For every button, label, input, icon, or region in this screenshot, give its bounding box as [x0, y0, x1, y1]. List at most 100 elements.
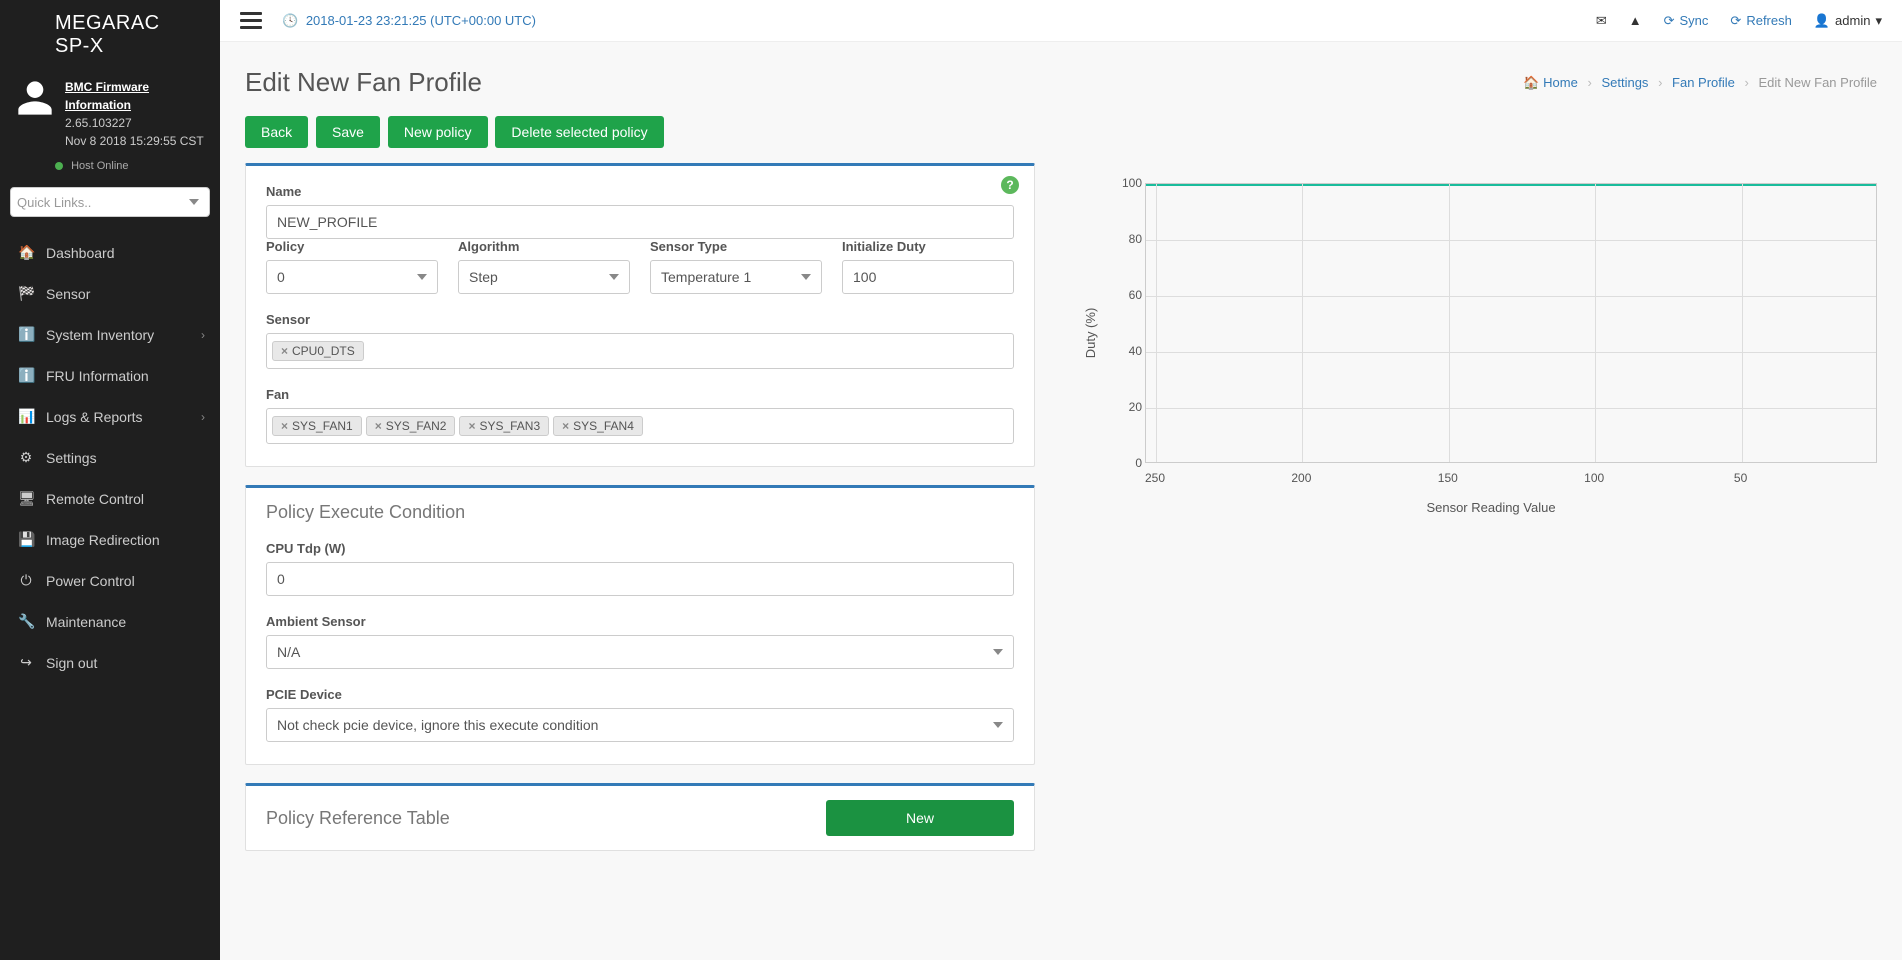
nav-logs[interactable]: 📊Logs & Reports›: [0, 396, 220, 437]
user-block: BMC Firmware Information 2.65.103227 Nov…: [0, 68, 220, 165]
nav-sensor[interactable]: 🏁Sensor: [0, 273, 220, 314]
cpu-tdp-label: CPU Tdp (W): [266, 541, 1014, 556]
nav-label: Sensor: [46, 286, 90, 302]
ambient-label: Ambient Sensor: [266, 614, 1014, 629]
tag-remove-icon[interactable]: ×: [468, 419, 475, 433]
nav-system-inventory[interactable]: ℹ️ System Inventory ›: [0, 314, 220, 355]
chart-series-line: [1146, 184, 1876, 186]
nav-menu: 🏠Dashboard 🏁Sensor ℹ️ System Inventory › ℹ…: [0, 232, 220, 683]
tag-remove-icon[interactable]: ×: [562, 419, 569, 433]
status-dot-icon: [55, 162, 63, 170]
pcie-select[interactable]: Not check pcie device, ignore this execu…: [266, 708, 1014, 742]
sensor-type-select[interactable]: Temperature 1: [650, 260, 822, 294]
algorithm-label: Algorithm: [458, 239, 630, 254]
chevron-right-icon: ›: [201, 328, 205, 342]
nav-label: Sign out: [46, 655, 97, 671]
nav-power-control[interactable]: ⏻Power Control: [0, 560, 220, 601]
brand-title: MEGARAC SP-X: [0, 0, 220, 68]
chart-y-tick: 40: [1117, 344, 1142, 358]
user-icon: 👤: [1814, 13, 1830, 29]
breadcrumb-settings[interactable]: Settings: [1601, 75, 1648, 90]
tag-remove-icon[interactable]: ×: [375, 419, 382, 433]
cpu-tdp-input[interactable]: [266, 562, 1014, 596]
ambient-select[interactable]: N/A: [266, 635, 1014, 669]
chart-x-tick: 150: [1438, 471, 1458, 485]
firmware-build-time: Nov 8 2018 15:29:55 CST: [65, 132, 205, 150]
sync-button[interactable]: ⟳Sync: [1664, 13, 1709, 29]
wrench-icon: 🔧: [18, 613, 34, 630]
home-icon: 🏠: [1523, 75, 1539, 90]
tag[interactable]: ×SYS_FAN3: [459, 416, 549, 436]
new-policy-button[interactable]: New policy: [388, 116, 488, 148]
tag[interactable]: ×SYS_FAN1: [272, 416, 362, 436]
host-status-label: Host Online: [71, 160, 128, 172]
nav-dashboard[interactable]: 🏠Dashboard: [0, 232, 220, 273]
sensor-tag-input[interactable]: ×CPU0_DTS: [266, 333, 1014, 369]
nav-fru[interactable]: ℹ️ FRU Information: [0, 355, 220, 396]
tag-remove-icon[interactable]: ×: [281, 419, 288, 433]
menu-toggle-icon[interactable]: [240, 12, 262, 30]
timestamp-text: 2018-01-23 23:21:25 (UTC+00:00 UTC): [306, 13, 536, 28]
refresh-button[interactable]: ⟳Refresh: [1730, 13, 1791, 29]
user-avatar-icon: [15, 78, 55, 118]
nav-label: Dashboard: [46, 245, 115, 261]
name-label: Name: [266, 184, 1014, 199]
nav-label: Power Control: [46, 573, 135, 589]
nav-image-redirection[interactable]: 💾Image Redirection: [0, 519, 220, 560]
chart-y-tick: 80: [1117, 232, 1142, 246]
firmware-info-link[interactable]: BMC Firmware Information: [65, 78, 205, 114]
page-title: Edit New Fan Profile: [245, 67, 482, 98]
disk-icon: 💾: [18, 531, 34, 548]
init-duty-label: Initialize Duty: [842, 239, 1014, 254]
breadcrumb-fan-profile[interactable]: Fan Profile: [1672, 75, 1735, 90]
firmware-version: 2.65.103227: [65, 114, 205, 132]
mail-icon[interactable]: ✉: [1596, 13, 1607, 29]
clock-icon: 🕓: [282, 13, 298, 28]
nav-label: FRU Information: [46, 368, 149, 384]
nav-settings[interactable]: ⚙Settings: [0, 437, 220, 478]
chart-x-tick: 100: [1584, 471, 1604, 485]
nav-sign-out[interactable]: ↪Sign out: [0, 642, 220, 683]
breadcrumb: 🏠 Home › Settings › Fan Profile › Edit N…: [1523, 75, 1877, 91]
sensor-label: Sensor: [266, 312, 1014, 327]
nav-label: Settings: [46, 450, 97, 466]
monitor-icon: 🖥: [18, 490, 34, 507]
policy-ref-title: Policy Reference Table: [266, 808, 450, 829]
policy-exec-title: Policy Execute Condition: [266, 502, 1014, 523]
info-icon: ℹ️: [18, 367, 34, 384]
timestamp: 🕓 2018-01-23 23:21:25 (UTC+00:00 UTC): [282, 13, 536, 29]
name-input[interactable]: [266, 205, 1014, 239]
tag-remove-icon[interactable]: ×: [281, 344, 288, 358]
chart-y-label: Duty (%): [1083, 308, 1098, 359]
save-button[interactable]: Save: [316, 116, 380, 148]
nav-label: System Inventory: [46, 327, 154, 343]
nav-maintenance[interactable]: 🔧Maintenance: [0, 601, 220, 642]
alert-icon[interactable]: ▲: [1629, 13, 1642, 28]
profile-form-panel: ? Name Policy 0 Algorithm: [245, 163, 1035, 467]
tag[interactable]: ×SYS_FAN4: [553, 416, 643, 436]
fan-tag-input[interactable]: ×SYS_FAN1×SYS_FAN2×SYS_FAN3×SYS_FAN4: [266, 408, 1014, 444]
sidebar: MEGARAC SP-X BMC Firmware Information 2.…: [0, 0, 220, 960]
chart-x-label: Sensor Reading Value: [1426, 500, 1555, 515]
nav-remote-control[interactable]: 🖥 Remote Control: [0, 478, 220, 519]
delete-policy-button[interactable]: Delete selected policy: [495, 116, 663, 148]
chart-x-tick: 50: [1734, 471, 1747, 485]
new-button[interactable]: New: [826, 800, 1014, 836]
chart-icon: 📊: [18, 408, 34, 425]
breadcrumb-home[interactable]: Home: [1543, 75, 1578, 90]
quick-links-select[interactable]: Quick Links..: [10, 187, 210, 217]
help-icon[interactable]: ?: [1001, 176, 1019, 194]
topbar: 🕓 2018-01-23 23:21:25 (UTC+00:00 UTC) ✉ …: [220, 0, 1902, 42]
nav-label: Remote Control: [46, 491, 144, 507]
duty-chart: Duty (%) 020406080100 25020015010050 Sen…: [1105, 183, 1877, 483]
back-button[interactable]: Back: [245, 116, 308, 148]
user-menu[interactable]: 👤admin ▾: [1814, 13, 1882, 29]
algorithm-select[interactable]: Step: [458, 260, 630, 294]
sync-icon: ⟳: [1664, 13, 1675, 29]
tag[interactable]: ×SYS_FAN2: [366, 416, 456, 436]
chart-y-tick: 20: [1117, 400, 1142, 414]
policy-select[interactable]: 0: [266, 260, 438, 294]
init-duty-input[interactable]: [842, 260, 1014, 294]
tag[interactable]: ×CPU0_DTS: [272, 341, 364, 361]
info-icon: ℹ️: [18, 326, 34, 343]
